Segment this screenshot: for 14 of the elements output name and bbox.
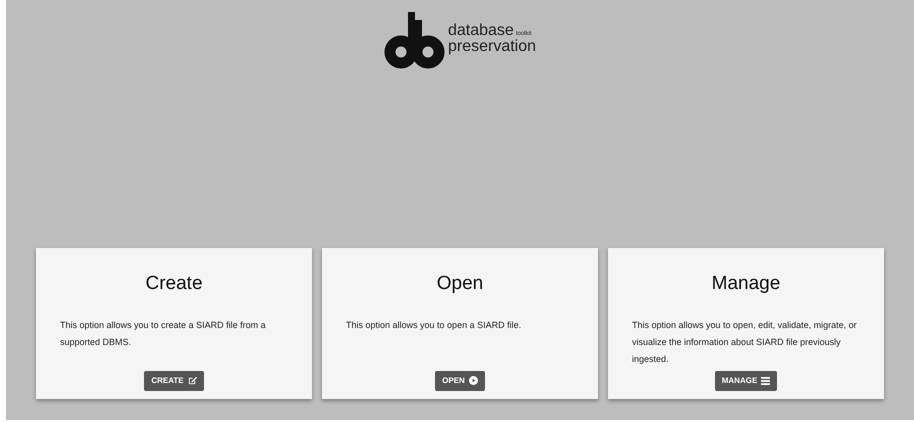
card-description: This option allows you to open a SIARD file. <box>346 318 522 332</box>
card-title: Open <box>436 272 484 296</box>
card-description: This option allows you to create a SIARD file from a supported DBMS. <box>60 318 267 349</box>
action-button[interactable]: OPEN <box>435 370 485 390</box>
logo-text: database <box>448 23 514 39</box>
action-button[interactable]: MANAGE <box>714 370 778 390</box>
card-description: This option allows you to open, edit, validate, migrate, or visualize the information about SIARD file previously ingested. <box>632 318 858 366</box>
edit-icon <box>188 376 197 385</box>
list-icon <box>761 376 770 384</box>
play-circle-icon <box>468 376 478 385</box>
action-button[interactable]: CREATE <box>144 370 204 390</box>
card-title: Create <box>145 272 203 296</box>
logo-text: preservation <box>448 39 536 55</box>
card-title: Manage <box>712 272 780 296</box>
